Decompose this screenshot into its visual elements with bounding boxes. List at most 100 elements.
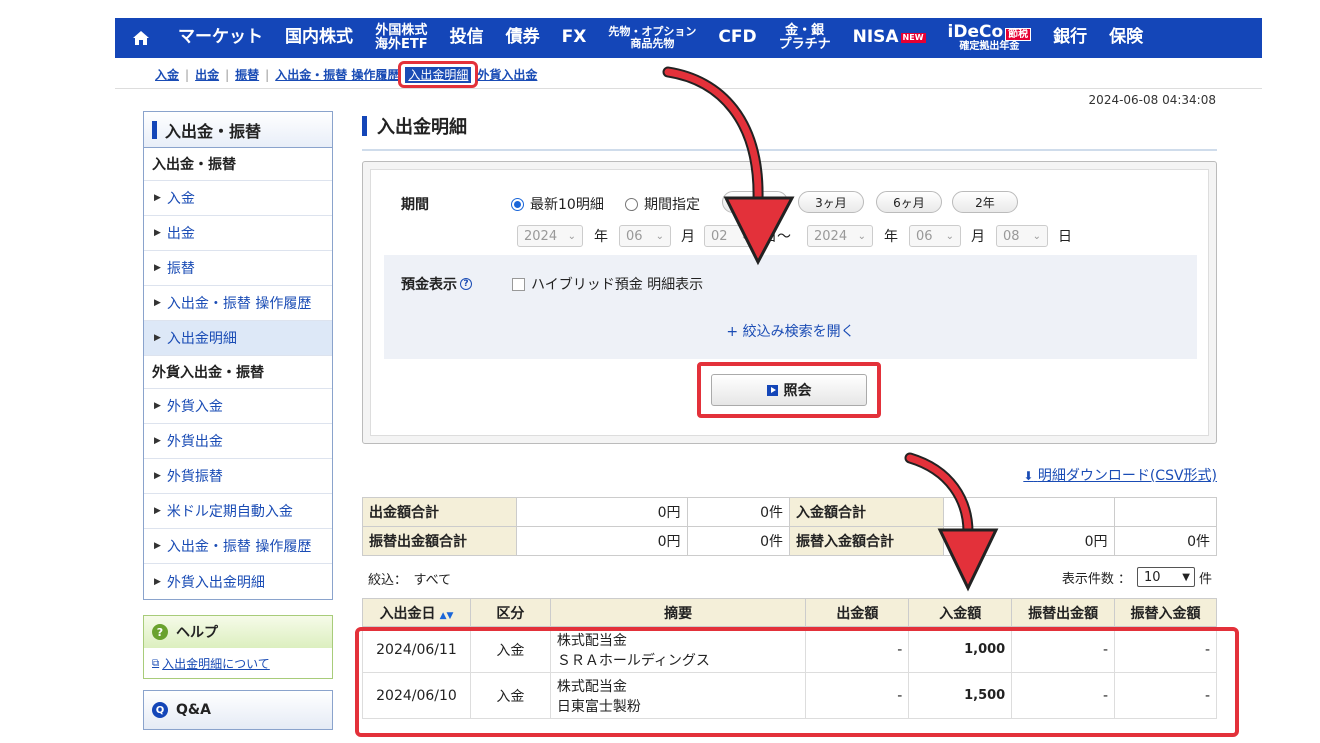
divider <box>115 88 1262 89</box>
from-day-select[interactable]: 02 ⌄ <box>704 225 756 247</box>
nav-futures[interactable]: 先物・オプション 商品先物 <box>597 18 707 58</box>
chevron-down-icon: ⌄ <box>1032 230 1041 242</box>
trans-out-amount: 0円 <box>515 526 688 556</box>
col-in: 入金額 <box>908 598 1013 627</box>
radio-recent[interactable]: 最新10明細 <box>511 194 604 214</box>
hybrid-checkbox[interactable]: ハイブリッド預金 明細表示 <box>512 274 703 294</box>
from-year-select[interactable]: 2024 ⌄ <box>517 225 583 247</box>
nav-cfd[interactable]: CFD <box>707 18 767 58</box>
to-day-select[interactable]: 08 ⌄ <box>996 225 1048 247</box>
pill-2y[interactable]: 2年 <box>952 191 1018 213</box>
query-button[interactable]: 照会 <box>711 374 867 406</box>
radio-on-icon <box>511 197 524 211</box>
to-month-select[interactable]: 06 ⌄ <box>909 225 961 247</box>
trans-in-count: 0件 <box>1113 526 1217 556</box>
subnav-transfer[interactable]: 振替 <box>235 66 259 83</box>
out-total-label: 出金額合計 <box>362 497 517 527</box>
triangle-icon: ▶ <box>154 506 161 516</box>
subnav-withdraw[interactable]: 出金 <box>195 66 219 83</box>
help-title: ? ヘルプ <box>144 616 332 648</box>
sidebar-item-fx-withdraw[interactable]: ▶ 外貨出金 <box>144 424 332 459</box>
triangle-icon: ▶ <box>154 298 161 308</box>
subnav-statement[interactable]: 入出金明細 <box>405 67 472 83</box>
info-icon[interactable]: ? <box>460 278 472 290</box>
radio-off-icon <box>625 197 638 211</box>
triangle-icon: ▶ <box>154 333 161 343</box>
triangle-icon: ▶ <box>154 471 161 481</box>
in-total-amount <box>942 497 1115 527</box>
radio-range[interactable]: 期間指定 <box>625 194 700 214</box>
unit-month: 月 <box>971 229 985 245</box>
nav-funds[interactable]: 投信 <box>439 18 495 58</box>
play-icon <box>766 384 778 396</box>
sidebar-item-withdraw[interactable]: ▶ 出金 <box>144 216 332 251</box>
sort-icon[interactable]: ▲▼ <box>440 611 454 621</box>
triangle-icon: ▶ <box>154 541 161 551</box>
sidebar-item-fx-deposit[interactable]: ▶ 外貨入金 <box>144 389 332 424</box>
triangle-icon: ▶ <box>154 263 161 273</box>
chevron-down-icon: ⌄ <box>857 230 866 242</box>
triangle-icon: ▶ <box>154 576 161 587</box>
nav-bonds[interactable]: 債券 <box>495 18 551 58</box>
help-icon: ? <box>152 624 168 640</box>
tax-badge: 節税 <box>1005 27 1032 41</box>
trans-out-label: 振替出金額合計 <box>362 526 517 556</box>
nav-fx[interactable]: FX <box>551 18 598 58</box>
sidebar-item-history[interactable]: ▶ 入出金・振替 操作履歴 <box>144 286 332 321</box>
new-badge: NEW <box>900 32 926 44</box>
csv-download-link[interactable]: ⬇ 明細ダウンロード(CSV形式) <box>1023 465 1217 485</box>
sidebar-item-statement[interactable]: ▶ 入出金明細 <box>144 321 332 356</box>
sidebar-section-foreign: 外貨入出金・振替 <box>144 356 332 389</box>
current-datetime: 2024-06-08 04:34:08 <box>1088 93 1216 107</box>
sidebar-item-transfer[interactable]: ▶ 振替 <box>144 251 332 286</box>
chevron-down-icon: ▼ <box>1182 571 1190 583</box>
query-button-highlight: 照会 <box>697 362 881 418</box>
trans-in-label: 振替入金額合計 <box>788 526 944 556</box>
home-button[interactable] <box>115 18 167 58</box>
from-month-select[interactable]: 06 ⌄ <box>619 225 671 247</box>
nav-market[interactable]: マーケット <box>167 18 274 58</box>
download-icon: ⬇ <box>1023 469 1034 483</box>
col-date[interactable]: 入出金日 ▲▼ <box>362 598 471 627</box>
sidebar-item-fx-transfer[interactable]: ▶ 外貨振替 <box>144 459 332 494</box>
global-nav: マーケット 国内株式 外国株式 海外ETF 投信 債券 FX 先物・オプション 商品… <box>115 18 1262 58</box>
col-desc: 摘要 <box>549 598 807 627</box>
pill-1m[interactable]: 1ヶ月 <box>722 191 788 213</box>
triangle-icon: ▶ <box>154 228 161 238</box>
subnav-history[interactable]: 入出金・振替 操作履歴 <box>275 66 399 83</box>
subnav-deposit[interactable]: 入金 <box>155 66 179 83</box>
in-total-label: 入金額合計 <box>788 497 944 527</box>
trans-in-amount: 0円 <box>942 526 1115 556</box>
nav-gold[interactable]: 金・銀 プラチナ <box>768 18 842 58</box>
divider <box>362 149 1217 151</box>
to-year-select[interactable]: 2024 ⌄ <box>807 225 873 247</box>
qa-box[interactable]: Q Q&A <box>143 690 333 730</box>
nav-domestic-stock[interactable]: 国内株式 <box>274 18 364 58</box>
in-total-count <box>1113 497 1217 527</box>
subnav-foreign[interactable]: 外貨入出金 <box>477 66 537 83</box>
sidebar-item-fx-statement[interactable]: ▶ 外貨入出金明細 <box>144 564 332 599</box>
sidebar-item-usd-auto[interactable]: ▶ 米ドル定期自動入金 <box>144 494 332 529</box>
triangle-icon: ▶ <box>154 436 161 446</box>
unit-year: 年 <box>884 229 898 245</box>
per-page-select[interactable]: 10 ▼ <box>1136 567 1195 587</box>
pill-6m[interactable]: 6ヶ月 <box>876 191 942 213</box>
deposit-label: 預金表示? <box>401 274 472 294</box>
triangle-icon: ▶ <box>154 193 161 203</box>
unit-year: 年 <box>594 229 608 245</box>
col-type: 区分 <box>469 598 551 627</box>
nav-nisa[interactable]: NISA NEW <box>842 18 937 58</box>
sidebar-item-fx-history[interactable]: ▶ 入出金・振替 操作履歴 <box>144 529 332 564</box>
nav-bank[interactable]: 銀行 <box>1042 18 1098 58</box>
unit-month: 月 <box>681 229 695 245</box>
sidebar-section-yen: 入出金・振替 <box>144 148 332 181</box>
home-icon <box>133 31 149 45</box>
nav-insurance[interactable]: 保険 <box>1098 18 1154 58</box>
sidebar-item-deposit[interactable]: ▶ 入金 <box>144 181 332 216</box>
pill-3m[interactable]: 3ヶ月 <box>798 191 864 213</box>
col-out: 出金額 <box>805 598 910 627</box>
nav-ideco[interactable]: iDeCo 節税 確定拠出年金 <box>937 18 1043 58</box>
expand-search-link[interactable]: + 絞込み検索を開く <box>384 321 1197 341</box>
nav-foreign-stock[interactable]: 外国株式 海外ETF <box>364 18 439 58</box>
help-link[interactable]: ⧉ 入出金明細について <box>144 648 332 678</box>
